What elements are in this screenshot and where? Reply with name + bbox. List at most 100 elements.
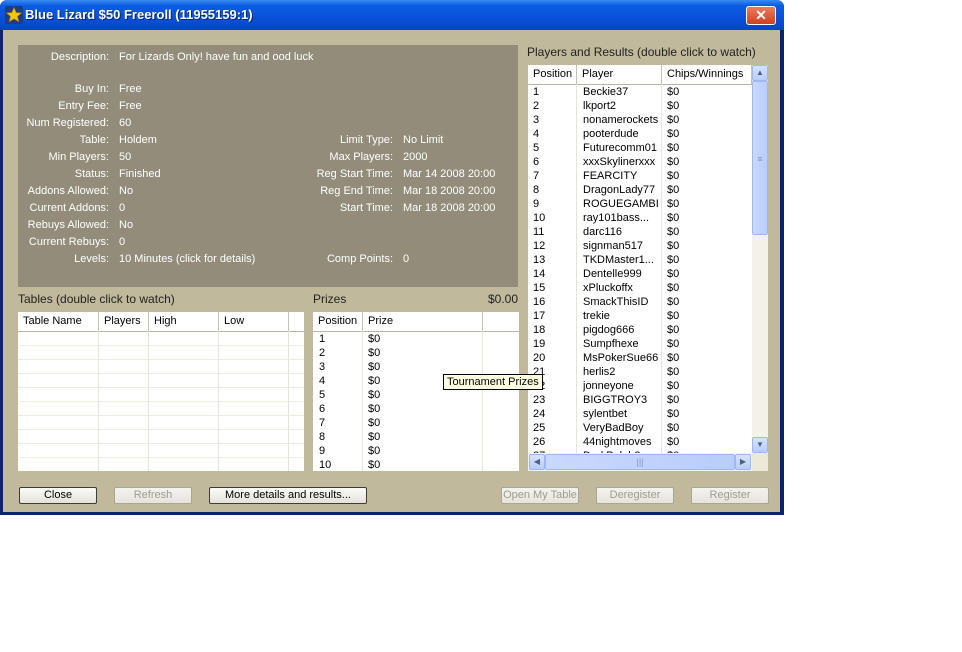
tables-header: Table Name Players High Low — [18, 312, 304, 332]
players-vscrollbar[interactable]: ▲ ≡ ▼ — [752, 65, 768, 453]
prize-row[interactable]: 5 $0 — [313, 388, 519, 402]
prize-row[interactable]: 3 $0 — [313, 360, 519, 374]
prize-position: 5 — [319, 389, 326, 401]
refresh-button[interactable]: Refresh — [114, 487, 192, 504]
prize-row[interactable]: 9 $0 — [313, 444, 519, 458]
reg-end-label: Reg End Time: — [320, 185, 393, 197]
player-name: pooterdude — [583, 128, 639, 140]
player-winnings: $0 — [667, 394, 680, 406]
grid-line — [18, 387, 304, 388]
tables-col-name[interactable]: Table Name — [18, 312, 99, 331]
player-row[interactable]: 1 Beckie37 $0 — [528, 85, 751, 99]
prize-position: 4 — [319, 375, 326, 387]
player-winnings: $0 — [667, 352, 680, 364]
title-bar[interactable]: Blue Lizard $50 Freeroll (11955159:1) ✕ — [0, 0, 784, 30]
player-row[interactable]: 6 xxxSkylinerxxx $0 — [528, 155, 751, 169]
player-row[interactable]: 19 Sumpfhexe $0 — [528, 337, 751, 351]
prize-row[interactable]: 10 $0 — [313, 458, 519, 471]
tables-list[interactable]: Table Name Players High Low — [18, 312, 304, 471]
tables-col-high[interactable]: High — [149, 312, 219, 331]
deregister-button[interactable]: Deregister — [596, 487, 674, 504]
prize-row[interactable]: 7 $0 — [313, 416, 519, 430]
player-row[interactable]: 21 herlis2 $0 — [528, 365, 751, 379]
player-row[interactable]: 3 nonamerockets $0 — [528, 113, 751, 127]
comp-points-value: 0 — [403, 253, 410, 265]
player-name: 44nightmoves — [583, 436, 652, 448]
player-winnings: $0 — [667, 338, 680, 350]
register-button[interactable]: Register — [691, 487, 769, 504]
player-position: 6 — [533, 156, 540, 168]
entry-fee-label: Entry Fee: — [58, 100, 109, 112]
prize-row[interactable]: 8 $0 — [313, 430, 519, 444]
rebuys-allowed-label: Rebuys Allowed: — [27, 219, 109, 231]
entry-fee-value: Free — [119, 100, 142, 112]
prize-position: 6 — [319, 403, 326, 415]
prize-position: 3 — [319, 361, 326, 373]
buy-in-value: Free — [119, 83, 142, 95]
player-row[interactable]: 14 Dentelle999 $0 — [528, 267, 751, 281]
player-row[interactable]: 15 xPluckoffx $0 — [528, 281, 751, 295]
prize-amount: $0 — [368, 459, 381, 471]
table-value: Holdem — [119, 134, 157, 146]
player-winnings: $0 — [667, 436, 680, 448]
scroll-down-arrow-icon[interactable]: ▼ — [752, 437, 768, 453]
prize-row[interactable]: 2 $0 — [313, 346, 519, 360]
scroll-right-arrow-icon[interactable]: ▶ — [735, 454, 751, 470]
player-row[interactable]: 24 sylentbet $0 — [528, 407, 751, 421]
hscroll-thumb[interactable]: ||| — [545, 454, 735, 470]
prizes-list[interactable]: Position Prize 1 $0 2 $0 3 $0 4 $0 5 $0 6 $0 7 $0 8 $0 9… — [313, 312, 519, 471]
prizes-col-prize[interactable]: Prize — [363, 312, 483, 331]
player-row[interactable]: 22jonneyone$0 — [528, 379, 751, 393]
levels-link[interactable]: 10 Minutes (click for details) — [119, 253, 255, 265]
player-row[interactable]: 10 ray101bass... $0 — [528, 211, 751, 225]
player-row[interactable]: 17 trekie $0 — [528, 309, 751, 323]
player-winnings: $0 — [667, 408, 680, 420]
prizes-section-title: Prizes — [313, 292, 347, 306]
player-row[interactable]: 11 darc116 $0 — [528, 225, 751, 239]
prize-amount: $0 — [368, 347, 381, 359]
player-winnings: $0 — [667, 86, 680, 98]
rebuys-allowed-value: No — [119, 219, 134, 231]
players-hscrollbar[interactable]: ◀ ||| ▶ — [528, 453, 752, 471]
reg-start-label: Reg Start Time: — [316, 168, 393, 180]
prize-row[interactable]: 1 $0 — [313, 332, 519, 346]
player-row[interactable]: 8 DragonLady77 $0 — [528, 183, 751, 197]
player-winnings: $0 — [667, 240, 680, 252]
player-row[interactable]: 26 44nightmoves $0 — [528, 435, 751, 449]
prizes-col-position[interactable]: Position — [313, 312, 363, 331]
close-button[interactable]: Close — [19, 487, 97, 504]
player-row[interactable]: 5 Futurecomm01 $0 — [528, 141, 751, 155]
player-row[interactable]: 25 VeryBadBoy $0 — [528, 421, 751, 435]
player-row[interactable]: 20 MsPokerSue66 $0 — [528, 351, 751, 365]
start-time-value: Mar 18 2008 20:00 — [403, 202, 496, 214]
player-row[interactable]: 9 ROGUEGAMBIT $0 — [528, 197, 751, 211]
more-details-button[interactable]: More details and results... — [209, 487, 367, 504]
player-winnings: $0 — [667, 114, 680, 126]
window-close-button[interactable]: ✕ — [746, 6, 776, 25]
player-row[interactable]: 18 pigdog666 $0 — [528, 323, 751, 337]
player-winnings: $0 — [667, 212, 680, 224]
player-row[interactable]: 4 pooterdude $0 — [528, 127, 751, 141]
tables-col-players[interactable]: Players — [99, 312, 149, 331]
grid-line — [18, 429, 304, 430]
player-name: signman517 — [583, 240, 643, 252]
scroll-up-arrow-icon[interactable]: ▲ — [752, 65, 768, 81]
player-position: 20 — [533, 352, 546, 364]
player-row[interactable]: 7 FEARCITY $0 — [528, 169, 751, 183]
scroll-left-arrow-icon[interactable]: ◀ — [529, 454, 545, 470]
prize-position: 9 — [319, 445, 326, 457]
tables-col-low[interactable]: Low — [219, 312, 289, 331]
vscroll-thumb[interactable]: ≡ — [752, 81, 768, 235]
player-row[interactable]: 23 BIGGTROY3 $0 — [528, 393, 751, 407]
scroll-corner — [752, 453, 768, 471]
player-winnings: $0 — [667, 142, 680, 154]
player-position: 24 — [533, 408, 546, 420]
players-list[interactable]: Position Player Chips/Winnings 1 Beckie37… — [528, 65, 768, 471]
player-row[interactable]: 13 TKDMaster1... $0 — [528, 253, 751, 267]
player-row[interactable]: 12 signman517 $0 — [528, 239, 751, 253]
player-position: 19 — [533, 338, 546, 350]
player-row[interactable]: 16 SmackThisID $0 — [528, 295, 751, 309]
player-row[interactable]: 2 lkport2 $0 — [528, 99, 751, 113]
prize-row[interactable]: 6 $0 — [313, 402, 519, 416]
open-my-table-button[interactable]: Open My Table — [501, 487, 579, 504]
